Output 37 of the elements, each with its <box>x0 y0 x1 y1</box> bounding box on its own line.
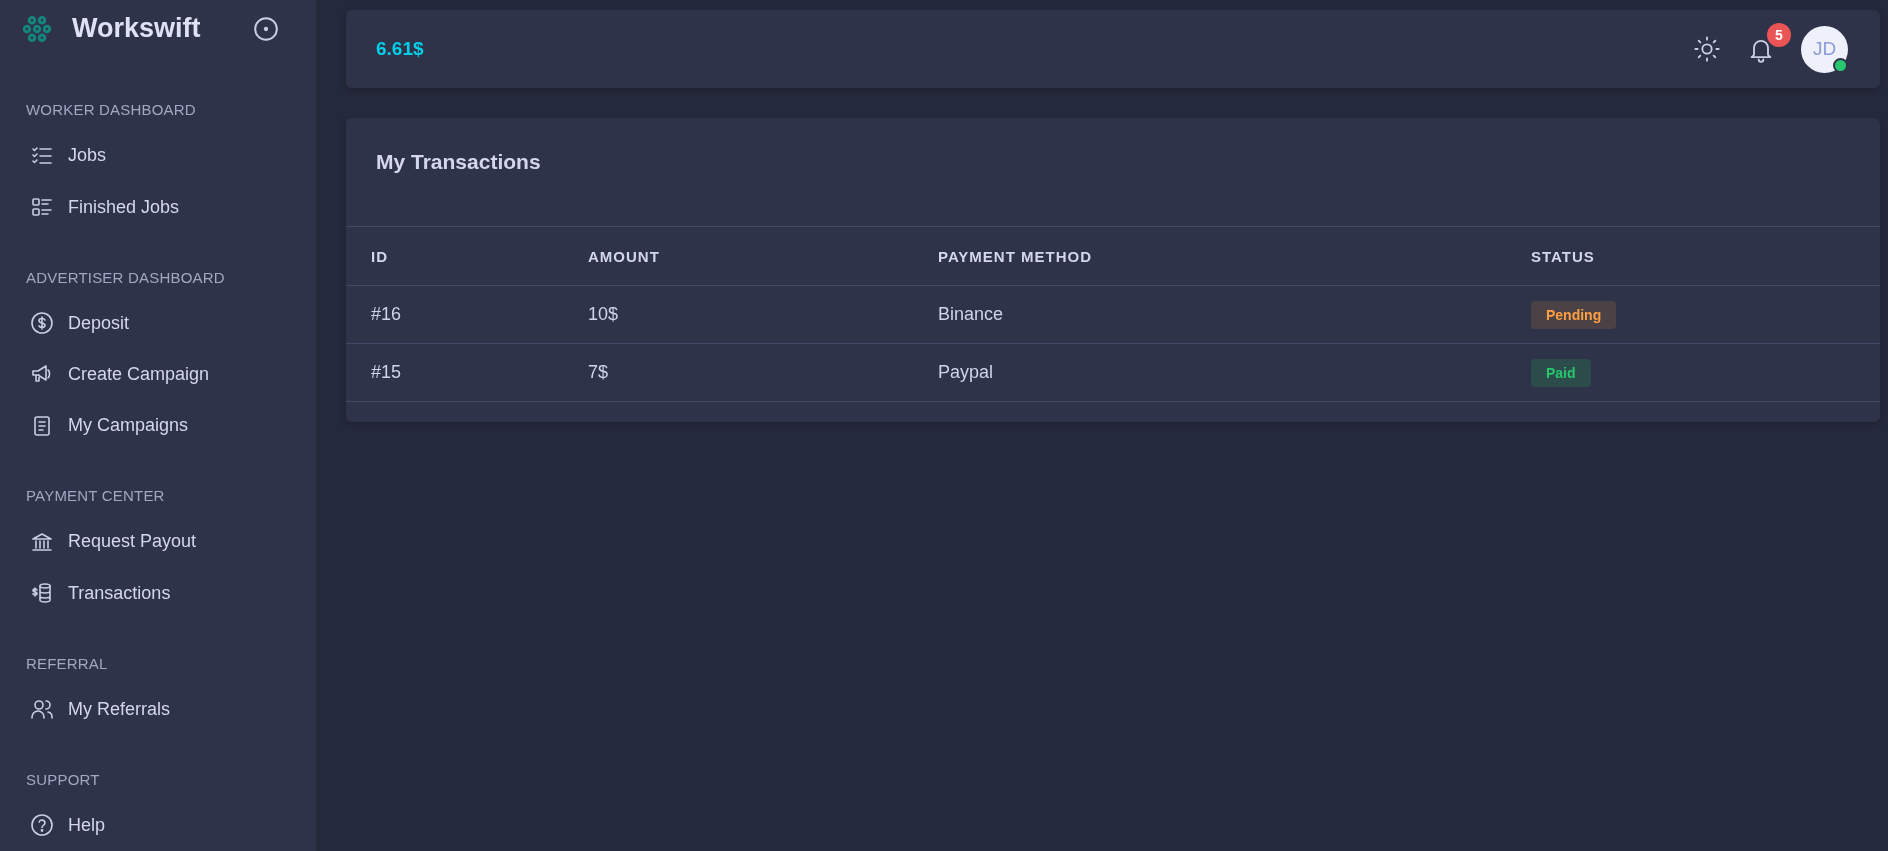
status-badge: Paid <box>1531 358 1591 387</box>
table-cell: Binance <box>913 285 1506 344</box>
section-heading: PAYMENT CENTER <box>26 487 166 505</box>
brand-name: Workswift <box>72 13 201 45</box>
column-header: AMOUNT <box>563 226 913 286</box>
nav-item[interactable]: Jobs <box>26 130 316 182</box>
nav-item[interactable]: Help <box>26 799 316 851</box>
status-badge: Pending <box>1531 300 1617 329</box>
nav-item[interactable]: Deposit <box>26 297 316 349</box>
column-header: PAYMENT METHOD <box>913 226 1506 286</box>
table-cell: #15 <box>346 343 563 402</box>
sun-icon[interactable] <box>1693 35 1721 63</box>
column-header: ID <box>346 226 563 286</box>
table-cell: 7$ <box>563 343 913 402</box>
balance-amount: 6.61$ <box>376 38 424 60</box>
table-cell: Paypal <box>913 343 1506 402</box>
card-title: My Transactions <box>375 149 542 175</box>
nav-item[interactable]: Create Campaign <box>26 348 316 401</box>
logo-icon <box>22 13 52 44</box>
section-heading: ADVERTISER DASHBOARD <box>26 268 226 286</box>
nav-item[interactable]: My Referrals <box>26 683 316 735</box>
notification-count: 5 <box>1767 23 1791 47</box>
column-header: STATUS <box>1506 226 1880 286</box>
nav-item[interactable]: My Campaigns <box>26 400 316 452</box>
nav-item[interactable]: Request Payout <box>26 516 316 568</box>
dollar-icon <box>30 311 54 336</box>
sidebar-toggle-icon[interactable] <box>252 15 279 42</box>
table-cell: 10$ <box>563 285 913 344</box>
section-heading: REFERRAL <box>26 654 109 672</box>
nav-item[interactable]: Finished Jobs <box>26 181 316 233</box>
coins-icon <box>30 581 54 606</box>
section-heading: WORKER DASHBOARD <box>26 101 197 119</box>
nav-item[interactable]: Transactions <box>26 567 316 619</box>
section-heading: SUPPORT <box>26 770 101 788</box>
table-cell: #16 <box>346 285 563 344</box>
users-icon <box>30 697 54 722</box>
help-icon <box>30 813 54 838</box>
